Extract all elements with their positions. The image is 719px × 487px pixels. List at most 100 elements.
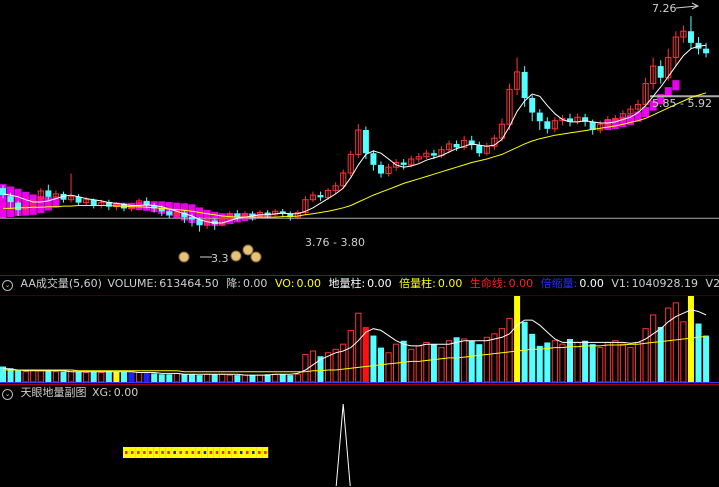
volume-bar [491, 333, 498, 383]
volume-bar [703, 335, 710, 382]
dilang-marker-dot [143, 451, 146, 454]
dilang-marker-dot [137, 451, 140, 454]
volume-bar [589, 344, 596, 382]
volume-bar [22, 371, 29, 383]
volume-bar [135, 372, 143, 383]
volume-bar [90, 371, 97, 382]
volume-bar [634, 341, 642, 383]
vo-label: VO: [274, 277, 295, 290]
volume-label: VOLUME: [107, 277, 158, 290]
candle-body [544, 121, 551, 129]
candle-body [45, 190, 52, 197]
volume-bar [461, 338, 468, 383]
volume-bar [105, 370, 112, 382]
dilang-marker-dot [227, 451, 231, 454]
volume-bar [52, 371, 60, 383]
volume-bar [559, 343, 566, 383]
volume-bar [120, 371, 127, 382]
volume-bar [423, 341, 430, 383]
beilz-value: 0.00 [437, 277, 463, 290]
volume-bar [83, 372, 90, 383]
volume-bar [529, 333, 536, 382]
volume-bar [332, 348, 339, 383]
v1-value: 1040928.19 [631, 277, 699, 290]
dilang-marker-dot [209, 451, 213, 454]
dilang-marker-dot [239, 451, 243, 454]
candle-body [529, 98, 536, 113]
candle-body [378, 164, 384, 174]
volume-bar [650, 314, 657, 383]
volume-bar [430, 344, 437, 382]
volume-bar [189, 374, 195, 382]
dilz-label: 地量柱: [328, 277, 366, 290]
dilang-marker-dot [258, 451, 261, 454]
volume-bar [287, 375, 294, 382]
volume-bar [234, 375, 241, 382]
volume-bar [204, 373, 211, 383]
volume-bar [438, 347, 445, 383]
volume-bar [567, 339, 573, 382]
money-bag-icon [230, 250, 242, 262]
volume-bar [173, 372, 180, 383]
xg-signal-spike [335, 403, 351, 487]
dilang-marker-dot [131, 451, 134, 454]
volume-bar [445, 340, 453, 383]
candle-body [362, 130, 369, 154]
volume-bar [642, 328, 649, 383]
volume-bar [181, 374, 188, 382]
smx-label: 生命线: [469, 277, 507, 290]
candle-body [536, 112, 543, 122]
dilang-marker-dot [246, 451, 249, 454]
volume-value: 613464.50 [159, 277, 219, 290]
dilz-value: 0.00 [367, 277, 392, 290]
ma-short-line [2, 44, 707, 224]
volume-bar [627, 347, 634, 383]
volume-bar [256, 374, 264, 383]
volume-bar [272, 373, 279, 383]
volume-bar [506, 317, 513, 383]
volume-bar [695, 323, 702, 382]
volume-bar [619, 343, 627, 383]
volume-bar [680, 321, 687, 383]
volume-bar [347, 329, 354, 383]
volume-bar [574, 341, 581, 383]
bsl-label: 倍缩量: [540, 277, 578, 290]
volume-bar [551, 340, 558, 383]
volume-bar [612, 340, 619, 383]
volume-bar [385, 352, 392, 383]
volume-bar [166, 374, 173, 382]
dilang-marker-dot [215, 451, 219, 454]
volume-bar [30, 369, 37, 383]
volume-bar [536, 345, 543, 382]
candle-body [453, 143, 460, 148]
volume-bar [60, 371, 67, 382]
sub-panel-title: ⌄ 天眼地量副图 XG: 0.00 [2, 386, 142, 400]
candle-body [166, 211, 173, 215]
dilang-marker-dot [125, 451, 128, 454]
volume-bar [98, 372, 105, 383]
jiang-label: 降: [226, 277, 241, 290]
circle-chevron-icon[interactable]: ⌄ [2, 280, 13, 291]
dilang-marker-dot [179, 451, 182, 454]
sub-indicator-name[interactable]: 天眼地量副图 [21, 386, 87, 399]
volume-bar [468, 340, 475, 382]
dilang-marker-dot [264, 451, 267, 454]
volume-bar [279, 374, 286, 382]
volume-bar [370, 335, 377, 382]
volume-ma-line [3, 335, 707, 373]
circle-chevron-icon[interactable]: ⌄ [2, 389, 13, 400]
candle-body [687, 31, 694, 43]
volume-bar [196, 375, 203, 382]
volume-ma-line [2, 309, 707, 376]
dilang-marker-dot [221, 451, 225, 454]
range-label-top: 5.85 - 5.92 [652, 97, 712, 110]
volume-indicator-name[interactable]: AA成交量(5,60) [21, 277, 102, 290]
money-bag-icon [178, 251, 190, 263]
volume-panel-title: ⌄ AA成交量(5,60) VOLUME: 613464.50 降: 0.00 VO… [2, 277, 719, 291]
candle-body [521, 71, 528, 99]
volume-bar [657, 326, 664, 382]
volume-bar [249, 375, 256, 382]
jiang-value: 0.00 [242, 277, 268, 290]
volume-bar [582, 340, 589, 382]
dilang-marker-dot [149, 451, 152, 454]
